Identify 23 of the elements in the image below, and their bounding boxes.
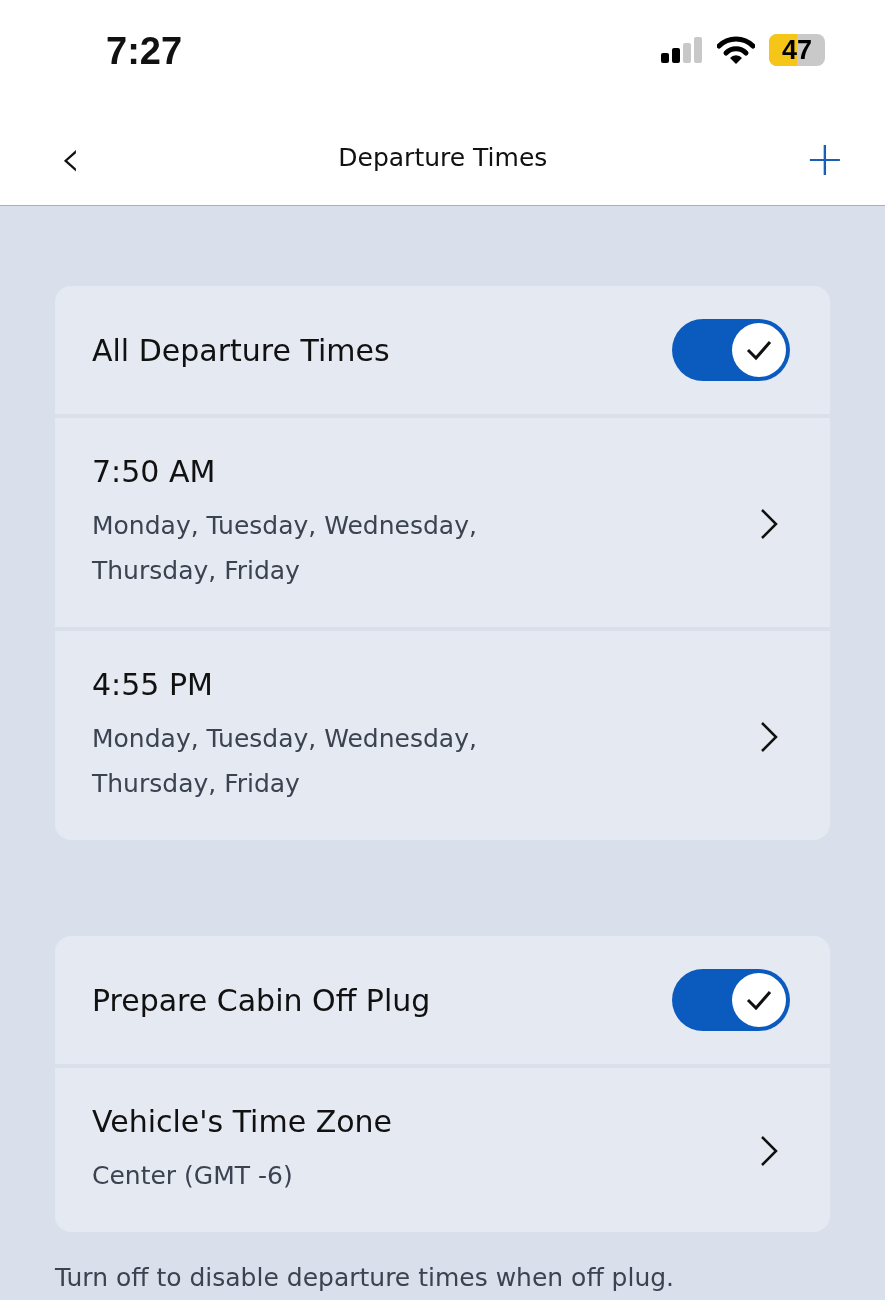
page-title: Departure Times — [338, 143, 548, 172]
list-item[interactable]: 7:50 AM Monday, Tuesday, Wednesday, Thursday, Friday — [55, 418, 830, 627]
item-title: 7:50 AM — [92, 454, 217, 489]
list-item[interactable]: 4:55 PM Monday, Tuesday, Wednesday, Thursday, Friday — [55, 631, 830, 840]
signal-icon — [661, 37, 703, 63]
setting-label: Prepare Cabin Off Plug — [92, 982, 431, 1018]
footnote-text: Turn off to disable departure times when off plug. — [55, 1264, 676, 1293]
item-subtitle: Monday, Tuesday, Wednesday, Thursday, Friday — [92, 723, 478, 800]
add-button[interactable]: + — [804, 133, 845, 182]
chevron-right-icon — [760, 720, 778, 753]
list-item[interactable]: Vehicle's Time Zone Center (GMT -6) — [55, 1068, 830, 1232]
back-button[interactable]: ‹ — [60, 131, 81, 184]
check-icon — [745, 339, 773, 361]
status-time: 7:27 — [106, 29, 183, 73]
setting-label: All Departure Times — [92, 332, 390, 368]
check-icon — [745, 989, 773, 1011]
item-subtitle: Monday, Tuesday, Wednesday, Thursday, Friday — [92, 510, 478, 587]
chevron-right-icon — [760, 1135, 778, 1167]
item-subtitle: Center (GMT -6) — [92, 1160, 294, 1192]
item-title: 4:55 PM — [92, 667, 214, 702]
wifi-icon — [717, 36, 755, 64]
chevron-right-icon — [760, 507, 778, 540]
item-title: Vehicle's Time Zone — [92, 1104, 394, 1139]
